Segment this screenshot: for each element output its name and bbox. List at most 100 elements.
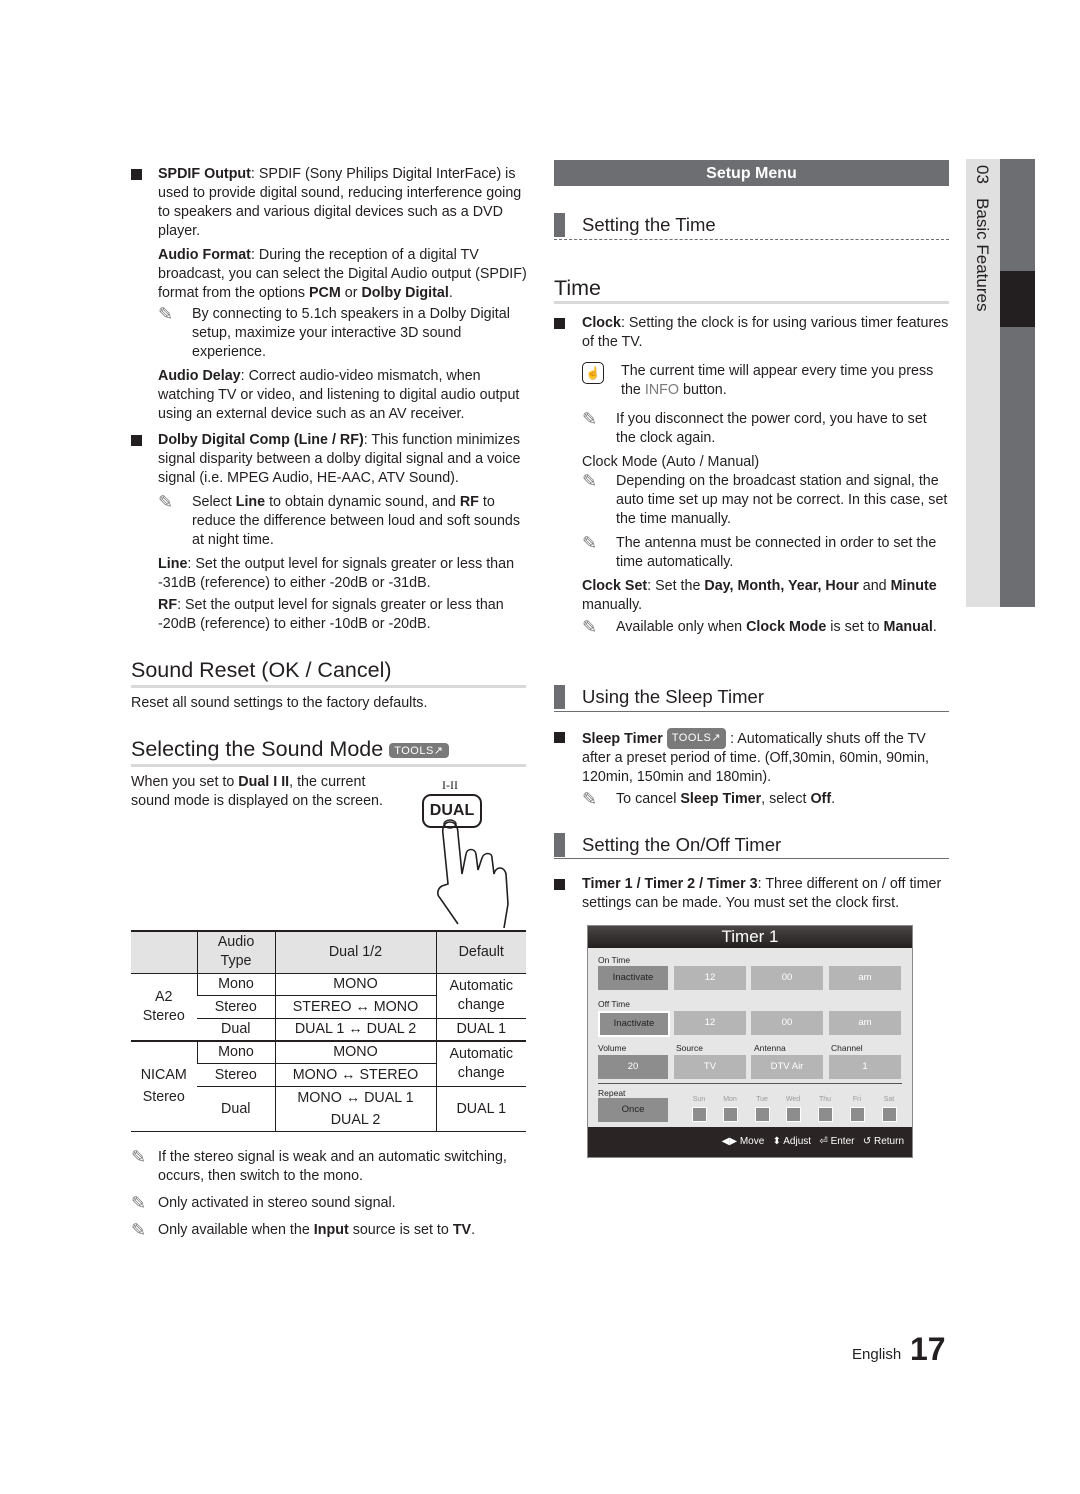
table-cell: DUAL 1 bbox=[435, 1018, 526, 1042]
volume-value[interactable]: 20 bbox=[598, 1055, 668, 1079]
spdif-term: SPDIF Output bbox=[158, 166, 251, 182]
table-header: Dual 1/2 bbox=[274, 930, 436, 974]
note-term: Clock Mode bbox=[746, 619, 827, 635]
time-heading: Time bbox=[554, 276, 601, 300]
table-cell: STEREO ↔ MONO bbox=[274, 995, 436, 1019]
day-checkbox-fri[interactable] bbox=[850, 1107, 865, 1122]
antenna-value[interactable]: DTV Air bbox=[751, 1055, 823, 1079]
channel-value[interactable]: 1 bbox=[829, 1055, 901, 1079]
note-input: Input bbox=[313, 1222, 349, 1238]
remote-label: I-II bbox=[442, 778, 458, 792]
pencil-note-icon: ✎ bbox=[131, 1220, 147, 1240]
table-cell: Stereo bbox=[197, 995, 275, 1019]
enter-icon: ⏎ bbox=[819, 1136, 828, 1147]
on-time-status[interactable]: Inactivate bbox=[598, 966, 668, 990]
day-label: Fri bbox=[852, 1096, 862, 1103]
heading-rule bbox=[131, 685, 526, 688]
clock-set-paragraph: Clock Set: Set the Day, Month, Year, Hou… bbox=[582, 577, 949, 615]
day-label: Sat bbox=[883, 1096, 895, 1103]
note-tv: TV bbox=[452, 1222, 472, 1238]
off-time-minute[interactable]: 00 bbox=[751, 1011, 823, 1035]
hand-pointer-icon bbox=[437, 819, 509, 928]
sound-mode-table: Audio Type Dual 1/2 Default A2 Stereo Mo… bbox=[131, 930, 526, 1132]
repeat-value[interactable]: Once bbox=[598, 1098, 668, 1122]
note-term: Sleep Timer bbox=[680, 791, 762, 807]
table-cell: MONO ↔ DUAL 1 DUAL 2 bbox=[274, 1086, 436, 1132]
footer-adjust: Adjust bbox=[783, 1136, 812, 1147]
off-time-ampm[interactable]: am bbox=[829, 1011, 901, 1035]
day-checkbox-thu[interactable] bbox=[818, 1107, 833, 1122]
onoff-term: Timer 1 / Timer 2 / Timer 3 bbox=[582, 876, 758, 892]
note-text: To cancel Sleep Timer, select Off. bbox=[616, 790, 949, 809]
note-text: Available only when bbox=[616, 619, 747, 635]
off-time-status[interactable]: Inactivate bbox=[598, 1011, 670, 1037]
sidebar-active-tab bbox=[1000, 271, 1035, 327]
note-text: To cancel bbox=[616, 791, 681, 807]
tools-badge: TOOLS↗ bbox=[389, 743, 449, 758]
audio-format-pcm: PCM bbox=[308, 285, 341, 301]
off-time-label: Off Time bbox=[598, 999, 630, 1009]
dolby-section: Dolby Digital Comp (Line / RF): This fun… bbox=[131, 431, 531, 634]
dolby-term: Dolby Digital Comp (Line / RF) bbox=[158, 432, 364, 448]
day-checkbox-sat[interactable] bbox=[882, 1107, 897, 1122]
day-checkbox-wed[interactable] bbox=[786, 1107, 801, 1122]
on-time-ampm[interactable]: am bbox=[829, 966, 901, 990]
sound-mode-term: Dual I II bbox=[238, 774, 290, 790]
heading-rule bbox=[554, 858, 949, 859]
day-checkbox-sun[interactable] bbox=[692, 1107, 707, 1122]
osd-divider bbox=[598, 1083, 902, 1084]
spdif-note-text: By connecting to 5.1ch speakers in a Dol… bbox=[192, 306, 510, 360]
pencil-note-icon: ✎ bbox=[131, 1147, 147, 1167]
heading-rule bbox=[554, 239, 949, 240]
on-time-minute[interactable]: 00 bbox=[751, 966, 823, 990]
remote-button-icon: ☝ bbox=[582, 362, 604, 384]
day-checkbox-mon[interactable] bbox=[723, 1107, 738, 1122]
note-text: , select bbox=[761, 791, 811, 807]
clock-paragraph: Clock: Setting the clock is for using va… bbox=[582, 314, 949, 352]
adjust-arrows-icon: ⬍ bbox=[772, 1136, 782, 1147]
pencil-note-icon: ✎ bbox=[131, 1193, 147, 1213]
pencil-note-icon: ✎ bbox=[158, 492, 174, 512]
table-header-row: Audio Type Dual 1/2 Default bbox=[131, 930, 526, 974]
audio-format-term: Audio Format bbox=[158, 247, 251, 263]
rf-paragraph: RF: Set the output level for signals gre… bbox=[158, 596, 531, 634]
note-text: . bbox=[831, 791, 836, 807]
note-text: If the stereo signal is weak and an auto… bbox=[158, 1149, 507, 1184]
sound-mode-text: When you set to Dual I II, the current s… bbox=[131, 773, 396, 811]
pencil-note-icon: ✎ bbox=[582, 409, 598, 429]
table-cell: Mono bbox=[196, 973, 275, 996]
audio-format-or: or bbox=[340, 285, 362, 301]
onoff-timer-heading: Setting the On/Off Timer bbox=[582, 834, 782, 855]
note-text-pre: Only available when the bbox=[158, 1222, 314, 1238]
day-checkbox-tue[interactable] bbox=[755, 1107, 770, 1122]
table-header: Audio Type bbox=[196, 930, 275, 974]
note-text: button. bbox=[679, 382, 727, 398]
clock-set-note: ✎ Available only when Clock Mode is set … bbox=[582, 618, 949, 637]
antenna-label: Antenna bbox=[754, 1043, 786, 1053]
note-text: to obtain dynamic sound, and bbox=[265, 494, 460, 510]
heading-bar-icon bbox=[554, 213, 565, 237]
spdif-paragraph: SPDIF Output: SPDIF (Sony Philips Digita… bbox=[158, 165, 531, 241]
note-text: Only available when the Input source is … bbox=[158, 1221, 531, 1240]
clock-set-minute: Minute bbox=[890, 578, 937, 594]
dolby-note-text: Select Line to obtain dynamic sound, and… bbox=[192, 493, 531, 550]
spdif-section: SPDIF Output: SPDIF (Sony Philips Digita… bbox=[131, 165, 531, 424]
sleep-timer-heading: Using the Sleep Timer bbox=[582, 686, 765, 707]
on-time-hour[interactable]: 12 bbox=[674, 966, 746, 990]
pencil-note-icon: ✎ bbox=[582, 471, 598, 491]
clock-mode-note: ✎ Depending on the broadcast station and… bbox=[582, 472, 949, 529]
off-time-hour[interactable]: 12 bbox=[674, 1011, 746, 1035]
note-rf: RF bbox=[459, 494, 479, 510]
setup-menu-bar: Setup Menu bbox=[554, 160, 949, 186]
line-paragraph: Line: Set the output level for signals g… bbox=[158, 555, 531, 593]
page-number: 17 bbox=[910, 1331, 946, 1367]
day-label: Wed bbox=[785, 1096, 801, 1103]
heading-rule bbox=[554, 711, 949, 712]
sleep-note: ✎ To cancel Sleep Timer, select Off. bbox=[582, 790, 949, 809]
source-value[interactable]: TV bbox=[674, 1055, 746, 1079]
sleep-paragraph: Sleep Timer TOOLS↗ : Automatically shuts… bbox=[582, 728, 949, 787]
pencil-note-icon: ✎ bbox=[582, 789, 598, 809]
note-text: The antenna must be connected in order t… bbox=[616, 535, 937, 570]
osd-title: Timer 1 bbox=[588, 926, 912, 948]
info-note-text: The current time will appear every time … bbox=[621, 362, 949, 400]
